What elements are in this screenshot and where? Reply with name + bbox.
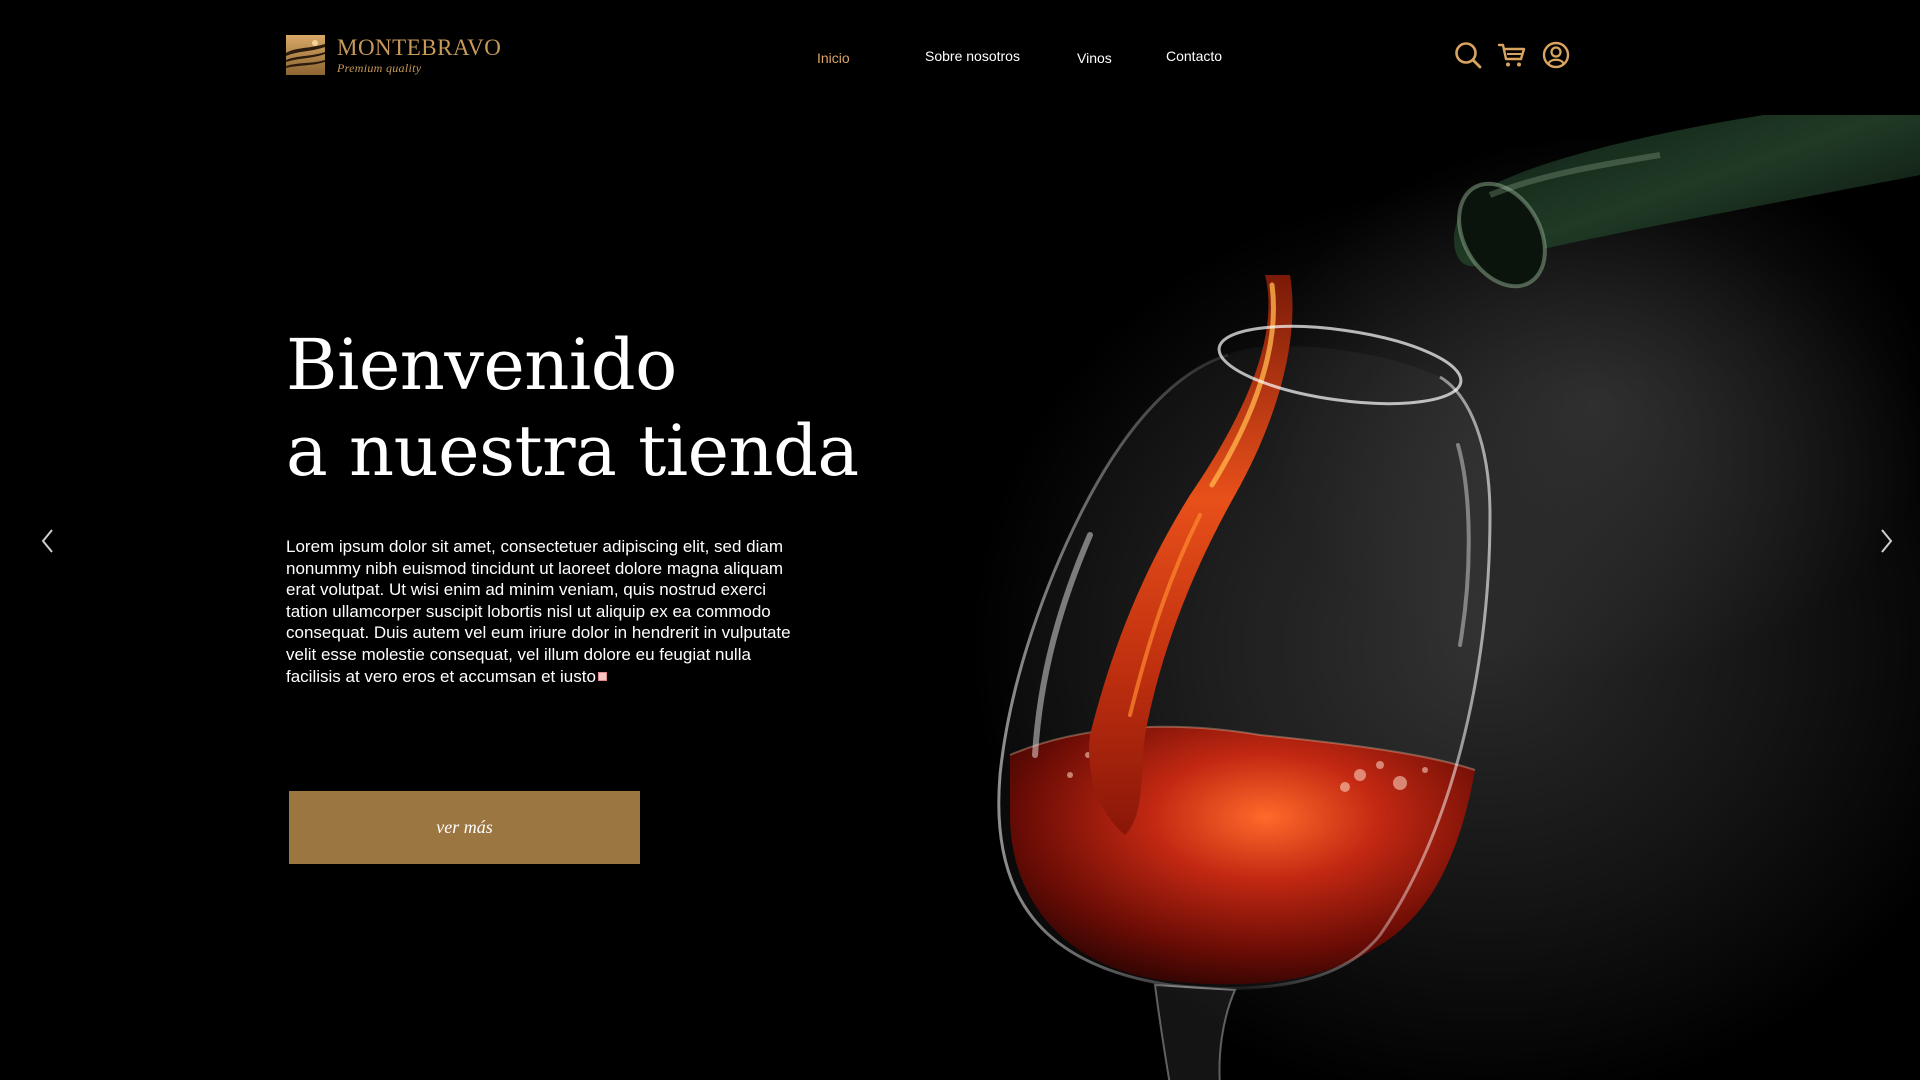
text-cursor-marker [597, 671, 607, 681]
nav-item-sobre-nosotros[interactable]: Sobre nosotros [925, 48, 1020, 64]
cart-icon[interactable] [1497, 40, 1527, 70]
nav-item-inicio[interactable]: Inicio [817, 50, 850, 66]
chevron-right-icon[interactable] [1876, 527, 1896, 555]
main-nav: Inicio Sobre nosotros Vinos Contacto [0, 48, 1920, 68]
hero-wine-image [840, 115, 1920, 1080]
ver-mas-button[interactable]: ver más [289, 791, 640, 864]
hero-title: Bienvenido a nuestra tienda [286, 322, 859, 494]
hero-description: Lorem ipsum dolor sit amet, consectetuer… [286, 536, 806, 687]
nav-item-vinos[interactable]: Vinos [1077, 50, 1112, 66]
header-icons [1453, 40, 1571, 70]
hero-title-line-2: a nuestra tienda [286, 410, 859, 492]
nav-item-contacto[interactable]: Contacto [1166, 48, 1222, 64]
hero-description-text: Lorem ipsum dolor sit amet, consectetuer… [286, 537, 791, 686]
site-header: MONTEBRAVO Premium quality Inicio Sobre … [0, 0, 1920, 115]
chevron-left-icon[interactable] [38, 527, 58, 555]
user-account-icon[interactable] [1541, 40, 1571, 70]
search-icon[interactable] [1453, 40, 1483, 70]
hero-title-line-1: Bienvenido [286, 324, 677, 406]
wine-glass-illustration [997, 115, 1920, 1080]
